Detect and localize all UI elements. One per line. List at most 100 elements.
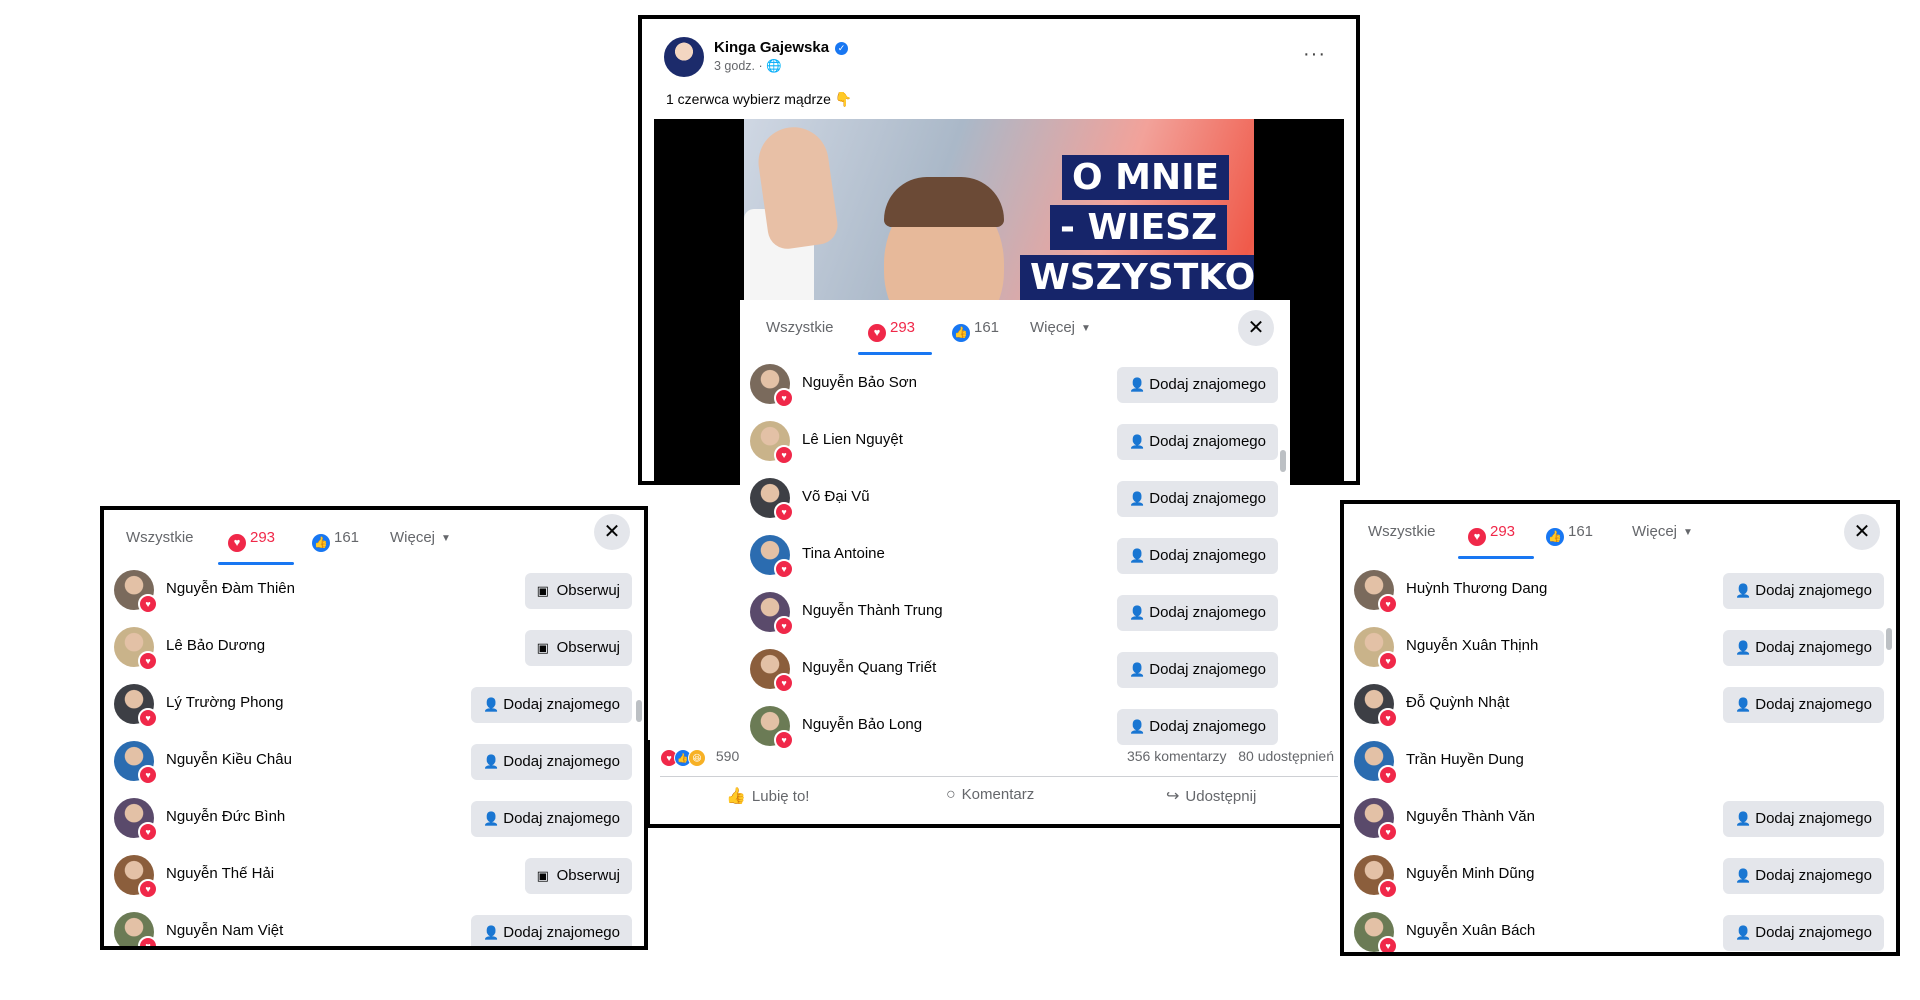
more-options-icon[interactable]: ··· [1303, 43, 1326, 66]
reactor-name[interactable]: Lê Bảo Dương [166, 637, 265, 654]
reactor-name[interactable]: Nguyễn Bảo Long [802, 716, 922, 733]
list-item[interactable]: ♥ Nguyễn Quang Triết 👤 Dodaj znajomego [740, 643, 1290, 699]
reactor-name[interactable]: Lý Trường Phong [166, 694, 283, 711]
reactor-name[interactable]: Nguyễn Thế Hải [166, 865, 274, 882]
avatar[interactable]: ♥ [1354, 798, 1398, 842]
reactions-summary[interactable]: ♥ 👍 😆 590 [660, 748, 739, 767]
list-item[interactable]: ♥ Lê Bảo Dương ▣ Obserwuj [104, 621, 644, 677]
list-item[interactable]: ♥ Nguyễn Thành Văn 👤 Dodaj znajomego [1344, 792, 1896, 848]
add-friend-button[interactable]: 👤 Dodaj znajomego [1117, 367, 1278, 403]
author-name-text[interactable]: Kinga Gajewska [714, 39, 829, 56]
avatar[interactable]: ♥ [750, 649, 794, 693]
add-friend-button[interactable]: 👤 Dodaj znajomego [1117, 424, 1278, 460]
tab-all[interactable]: Wszystkie [126, 528, 194, 548]
add-friend-button[interactable]: 👤 Dodaj znajomego [1117, 538, 1278, 574]
list-item[interactable]: ♥ Nguyễn Xuân Thịnh 👤 Dodaj znajomego [1344, 621, 1896, 677]
tab-more[interactable]: Więcej ▼ [1632, 522, 1693, 542]
reactor-name[interactable]: Nguyễn Nam Việt [166, 922, 283, 939]
close-button[interactable]: ✕ [1238, 310, 1274, 346]
reactor-name[interactable]: Đỗ Quỳnh Nhật [1406, 694, 1509, 711]
list-item[interactable]: ♥ Nguyễn Thành Trung 👤 Dodaj znajomego [740, 586, 1290, 642]
reactor-name[interactable]: Nguyễn Thành Trung [802, 602, 943, 619]
author-avatar[interactable] [664, 37, 704, 77]
list-item[interactable]: ♥ Võ Đại Vũ 👤 Dodaj znajomego [740, 472, 1290, 528]
close-button[interactable]: ✕ [594, 514, 630, 550]
reactor-name[interactable]: Lê Lien Nguyệt [802, 431, 903, 448]
scrollbar[interactable] [636, 700, 642, 722]
tab-like[interactable]: 👍 161 [312, 528, 359, 552]
avatar[interactable]: ♥ [1354, 570, 1398, 614]
post-timestamp[interactable]: 3 godz. · 🌐 [714, 59, 782, 74]
avatar[interactable]: ♥ [114, 741, 158, 785]
list-item[interactable]: ♥ Huỳnh Thương Dang 👤 Dodaj znajomego [1344, 564, 1896, 620]
avatar[interactable]: ♥ [114, 798, 158, 842]
avatar[interactable]: ♥ [114, 684, 158, 728]
list-item[interactable]: ♥ Nguyễn Nam Việt 👤 Dodaj znajomego [104, 906, 644, 946]
follow-button[interactable]: ▣ Obserwuj [524, 573, 632, 609]
avatar[interactable]: ♥ [750, 421, 794, 465]
add-friend-button[interactable]: 👤 Dodaj znajomego [1117, 481, 1278, 517]
add-friend-button[interactable]: 👤 Dodaj znajomego [1723, 573, 1884, 609]
reactor-name[interactable]: Nguyễn Bảo Sơn [802, 374, 917, 391]
close-button[interactable]: ✕ [1844, 514, 1880, 550]
add-friend-button[interactable]: 👤 Dodaj znajomego [1117, 595, 1278, 631]
avatar[interactable]: ♥ [1354, 684, 1398, 728]
list-item[interactable]: ♥ Nguyễn Thế Hải ▣ Obserwuj [104, 849, 644, 905]
avatar[interactable]: ♥ [750, 478, 794, 522]
avatar[interactable]: ♥ [750, 364, 794, 408]
list-item[interactable]: ♥ Đỗ Quỳnh Nhật 👤 Dodaj znajomego [1344, 678, 1896, 734]
avatar[interactable]: ♥ [750, 535, 794, 579]
list-item[interactable]: ♥ Nguyễn Kiều Châu 👤 Dodaj znajomego [104, 735, 644, 791]
scrollbar[interactable] [1280, 450, 1286, 472]
reactor-name[interactable]: Trần Huyền Dung [1406, 751, 1524, 768]
list-item[interactable]: ♥ Lê Lien Nguyệt 👤 Dodaj znajomego [740, 415, 1290, 471]
list-item[interactable]: ♥ Nguyễn Đức Bình 👤 Dodaj znajomego [104, 792, 644, 848]
tab-all[interactable]: Wszystkie [1368, 522, 1436, 542]
avatar[interactable]: ♥ [114, 855, 158, 899]
avatar[interactable]: ♥ [114, 912, 158, 946]
add-friend-button[interactable]: 👤 Dodaj znajomego [471, 687, 632, 723]
tab-more[interactable]: Więcej ▼ [390, 528, 451, 548]
comment-button[interactable]: ○ Komentarz [946, 786, 1034, 804]
avatar[interactable]: ♥ [1354, 741, 1398, 785]
share-button[interactable]: ↪ Udostępnij [1166, 786, 1256, 806]
add-friend-button[interactable]: 👤 Dodaj znajomego [1723, 858, 1884, 894]
list-item[interactable]: ♥ Nguyễn Minh Dũng 👤 Dodaj znajomego [1344, 849, 1896, 905]
reactor-name[interactable]: Nguyễn Quang Triết [802, 659, 936, 676]
follow-button[interactable]: ▣ Obserwuj [524, 858, 632, 894]
follow-button[interactable]: ▣ Obserwuj [524, 630, 632, 666]
list-item[interactable]: ♥ Nguyễn Đàm Thiên ▣ Obserwuj [104, 564, 644, 620]
add-friend-button[interactable]: 👤 Dodaj znajomego [1723, 915, 1884, 951]
add-friend-button[interactable]: 👤 Dodaj znajomego [1723, 687, 1884, 723]
reactor-name[interactable]: Nguyễn Minh Dũng [1406, 865, 1534, 882]
reactor-name[interactable]: Võ Đại Vũ [802, 488, 870, 505]
reactor-name[interactable]: Nguyễn Đức Bình [166, 808, 285, 825]
avatar[interactable]: ♥ [750, 706, 794, 750]
tab-love[interactable]: ♥ 293 [1468, 522, 1515, 546]
list-item[interactable]: ♥ Nguyễn Bảo Long 👤 Dodaj znajomego [740, 700, 1290, 756]
add-friend-button[interactable]: 👤 Dodaj znajomego [471, 801, 632, 837]
tab-all[interactable]: Wszystkie [766, 318, 834, 338]
reactor-name[interactable]: Nguyễn Thành Văn [1406, 808, 1535, 825]
add-friend-button[interactable]: 👤 Dodaj znajomego [1117, 652, 1278, 688]
reactor-name[interactable]: Nguyễn Kiều Châu [166, 751, 292, 768]
add-friend-button[interactable]: 👤 Dodaj znajomego [471, 744, 632, 780]
list-item[interactable]: ♥ Nguyễn Bảo Sơn 👤 Dodaj znajomego [740, 358, 1290, 414]
like-button[interactable]: 👍 Lubię to! [726, 786, 809, 806]
add-friend-button[interactable]: 👤 Dodaj znajomego [471, 915, 632, 946]
reactor-name[interactable]: Tina Antoine [802, 545, 885, 562]
avatar[interactable]: ♥ [114, 570, 158, 614]
tab-like[interactable]: 👍 161 [1546, 522, 1593, 546]
add-friend-button[interactable]: 👤 Dodaj znajomego [1723, 630, 1884, 666]
author-name[interactable]: Kinga Gajewska ✓ [714, 39, 849, 56]
list-item[interactable]: ♥ Lý Trường Phong 👤 Dodaj znajomego [104, 678, 644, 734]
add-friend-button[interactable]: 👤 Dodaj znajomego [1117, 709, 1278, 745]
reactor-name[interactable]: Nguyễn Xuân Bách [1406, 922, 1535, 939]
avatar[interactable]: ♥ [114, 627, 158, 671]
list-item[interactable]: ♥ Tina Antoine 👤 Dodaj znajomego [740, 529, 1290, 585]
tab-like[interactable]: 👍 161 [952, 318, 999, 342]
tab-love[interactable]: ♥ 293 [868, 318, 915, 342]
tab-love[interactable]: ♥ 293 [228, 528, 275, 552]
avatar[interactable]: ♥ [1354, 855, 1398, 899]
add-friend-button[interactable]: 👤 Dodaj znajomego [1723, 801, 1884, 837]
